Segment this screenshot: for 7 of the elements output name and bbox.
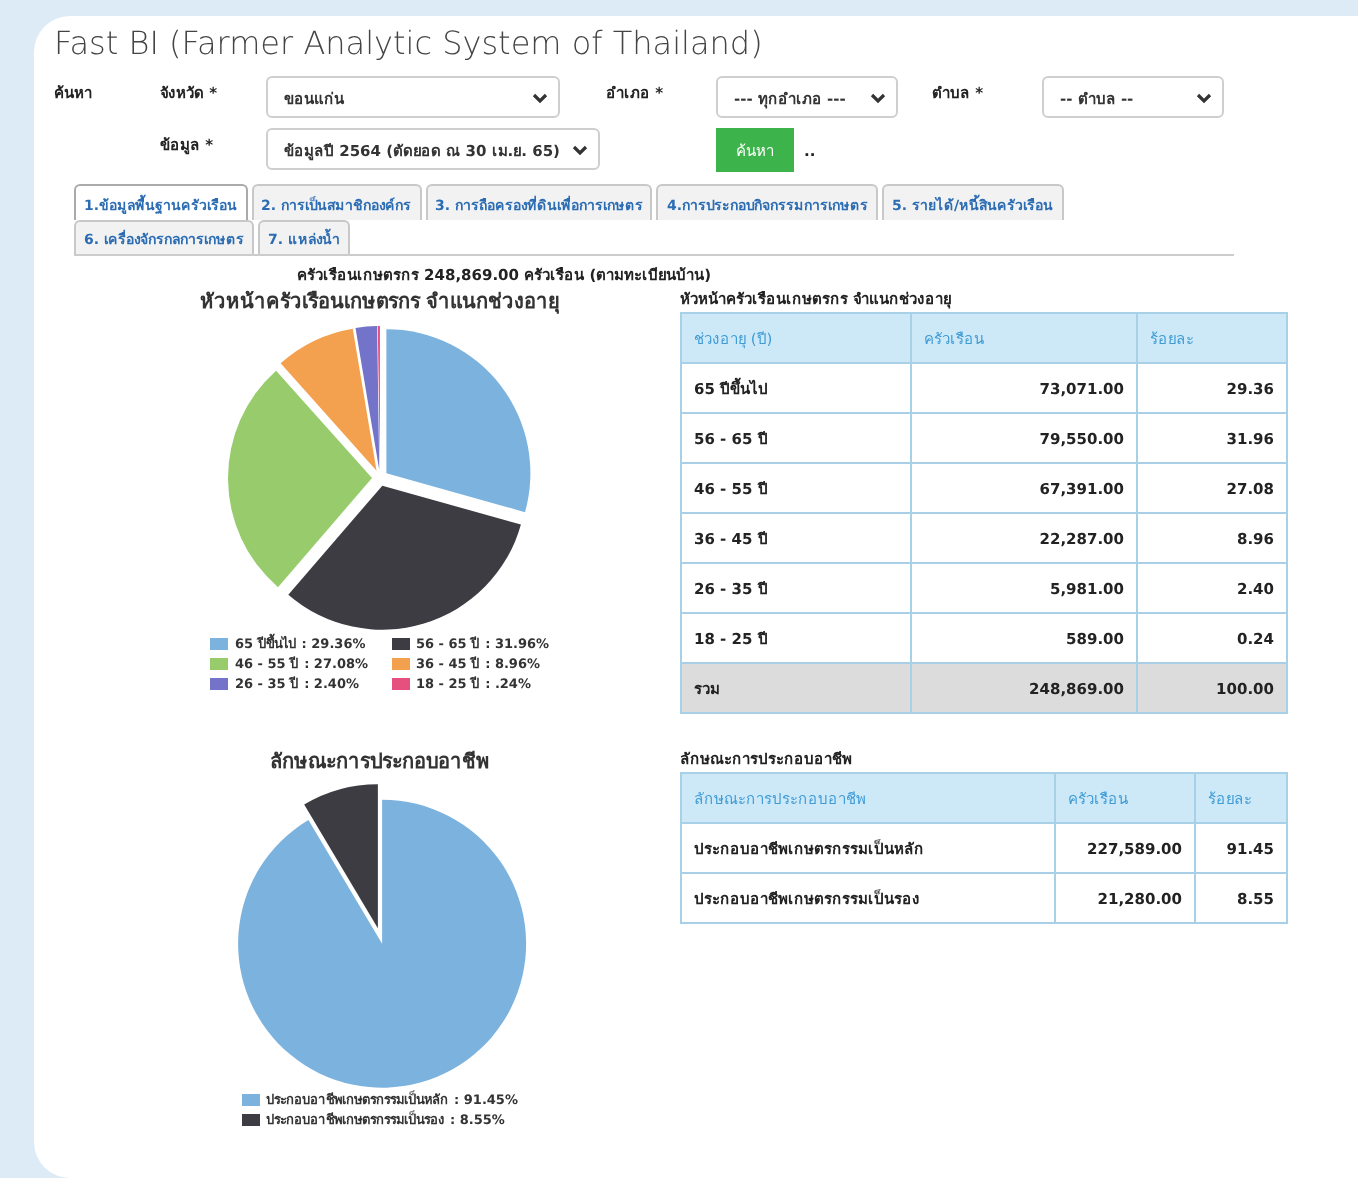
chart-title: ลักษณะการประกอบอาชีพ <box>270 748 490 776</box>
chevron-down-icon <box>532 91 548 103</box>
chevron-down-icon <box>1196 91 1212 103</box>
chevron-down-icon <box>870 91 886 103</box>
app-title: Fast BI (Farmer Analytic System of Thailand) <box>54 24 765 66</box>
chart-title: หัวหน้าครัวเรือนเกษตรกร จำแนกช่วงอายุ <box>199 288 561 316</box>
chevron-down-icon <box>572 143 588 155</box>
